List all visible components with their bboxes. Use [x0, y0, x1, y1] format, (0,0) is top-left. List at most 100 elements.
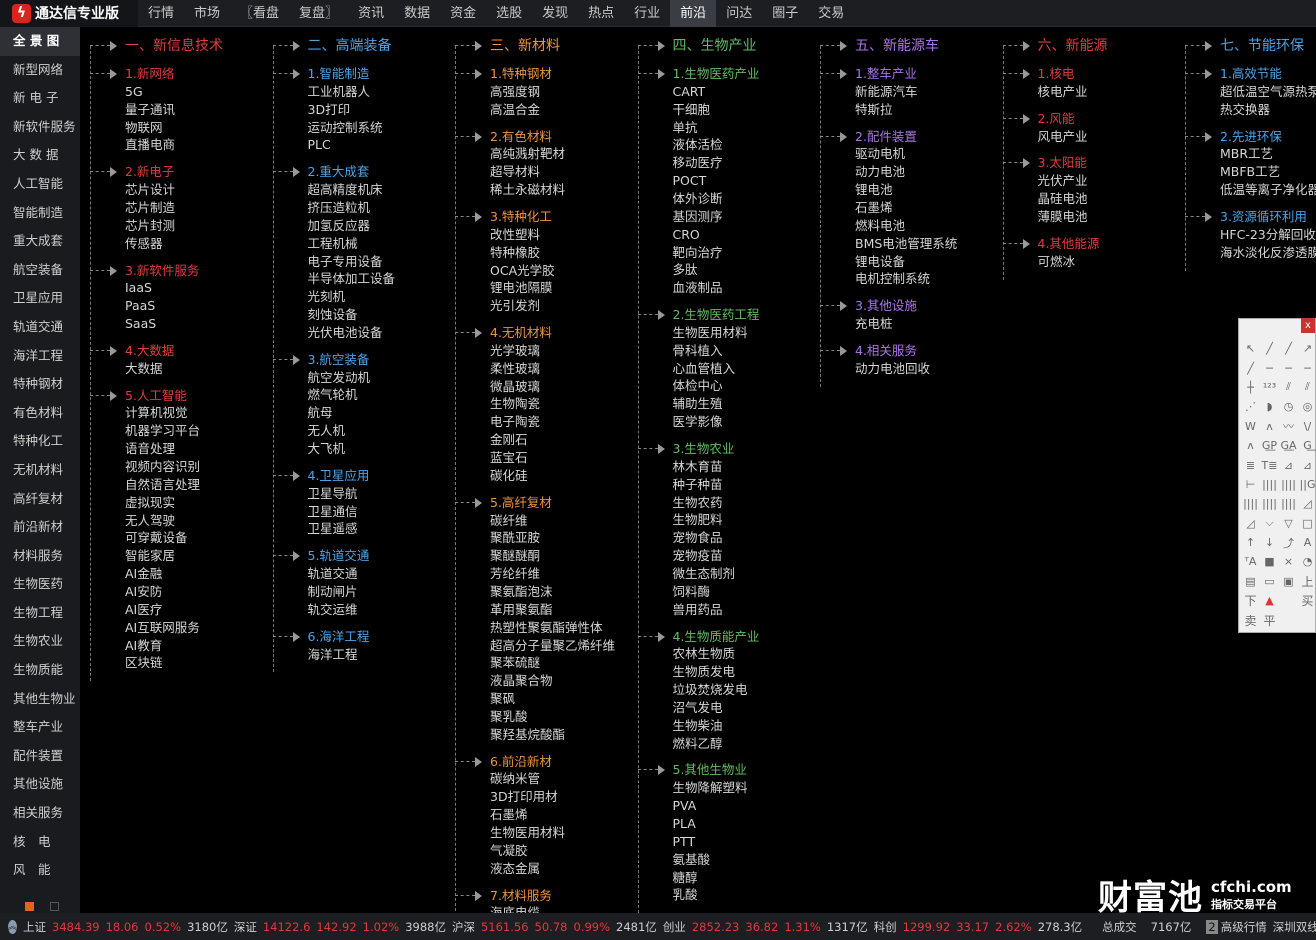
ruler-icon[interactable]: ▭ — [1260, 572, 1279, 591]
menu-item[interactable]: 前沿 — [670, 0, 717, 27]
w-pattern-icon[interactable]: W — [1241, 417, 1260, 436]
text-fib-icon[interactable]: T≣ — [1260, 455, 1279, 474]
trade-tool-3[interactable]: 卖 — [1241, 610, 1260, 629]
sidebar-item[interactable]: 生物医药 — [0, 570, 80, 599]
segment-icon[interactable]: ╱ — [1279, 339, 1298, 358]
down-angle-icon[interactable]: ⌵ — [1260, 514, 1279, 533]
bars-icon[interactable]: |||| — [1241, 494, 1260, 513]
sidebar-item[interactable]: 风 能 — [0, 856, 80, 885]
ellipse-icon[interactable]: ◎ — [1298, 397, 1316, 416]
delete-icon[interactable]: × — [1279, 552, 1298, 571]
page-indicator-active[interactable] — [25, 902, 34, 911]
menu-item[interactable]: 行情 — [138, 0, 184, 27]
screenshot-icon[interactable]: ▣ — [1279, 572, 1298, 591]
fib-time-icon[interactable]: ||G — [1298, 475, 1316, 494]
up-trend-arrow-icon[interactable]: ⤴ — [1279, 533, 1298, 552]
speed-lines-icon[interactable]: ◿ — [1241, 514, 1260, 533]
horizontal-ray-icon[interactable]: ─ — [1279, 358, 1298, 377]
sidebar-item[interactable]: 人工智能 — [0, 170, 80, 199]
sidebar-item[interactable]: 新 电 子 — [0, 84, 80, 113]
extended-line-icon[interactable]: ╱ — [1241, 358, 1260, 377]
color-tag-icon[interactable]: ▲ — [1260, 591, 1279, 610]
menu-item[interactable]: 热点 — [578, 0, 624, 27]
sidebar-item[interactable]: 高纤复材 — [0, 485, 80, 514]
menu-item[interactable]: 发现 — [532, 0, 578, 27]
price-label-icon[interactable]: ¹²³ — [1260, 378, 1279, 397]
rectangle-icon[interactable]: □ — [1298, 514, 1316, 533]
sidebar-item[interactable]: 无机材料 — [0, 456, 80, 485]
wave-icon[interactable]: ʌ — [1241, 436, 1260, 455]
fibonacci-icon[interactable]: ≣ — [1241, 455, 1260, 474]
trend-icon[interactable]: 〰 — [1279, 417, 1298, 436]
arc-icon[interactable]: ◗ — [1260, 397, 1279, 416]
sidebar-item[interactable]: 生物工程 — [0, 599, 80, 628]
cycle-icon[interactable]: |||| — [1260, 475, 1279, 494]
close-icon[interactable]: x — [1301, 318, 1315, 333]
line-icon[interactable]: ╱ — [1260, 339, 1279, 358]
hide-icon[interactable]: ◔ — [1298, 552, 1316, 571]
menu-item[interactable]: 〖看盘 — [230, 0, 289, 27]
bars2-icon[interactable]: |||| — [1260, 494, 1279, 513]
g-icon[interactable]: G͟ — [1298, 436, 1316, 455]
menu-item[interactable]: 数据 — [394, 0, 440, 27]
fill-box-icon[interactable]: ■ — [1260, 552, 1279, 571]
gann-box-icon[interactable]: ⊿ — [1298, 455, 1316, 474]
sidebar-item[interactable]: 新型网络 — [0, 56, 80, 85]
sidebar-item[interactable]: 特种钢材 — [0, 370, 80, 399]
time-zones-icon[interactable]: |||| — [1279, 475, 1298, 494]
menu-item[interactable]: 选股 — [486, 0, 532, 27]
sidebar-item[interactable]: 全 景 图 — [0, 27, 80, 56]
vertical-line-icon[interactable]: ┼ — [1241, 378, 1260, 397]
menu-item[interactable]: 圈子 — [762, 0, 808, 27]
sidebar-item[interactable]: 核 电 — [0, 828, 80, 857]
text-icon[interactable]: A — [1298, 533, 1316, 552]
parallel-channel-icon[interactable]: ⫽ — [1279, 378, 1298, 397]
sidebar-item[interactable]: 整车产业 — [0, 713, 80, 742]
peak-icon[interactable]: ᴧ — [1260, 417, 1279, 436]
ray-icon[interactable]: ↗ — [1298, 339, 1316, 358]
sidebar-item[interactable]: 配件装置 — [0, 742, 80, 771]
trade-tool-2[interactable]: 买 — [1298, 591, 1316, 610]
circle-icon[interactable]: ◷ — [1279, 397, 1298, 416]
trade-tool-0[interactable]: 上 — [1298, 572, 1316, 591]
sidebar-item[interactable]: 航空装备 — [0, 256, 80, 285]
sidebar-item[interactable]: 卫星应用 — [0, 284, 80, 313]
feed-label[interactable]: 高级行情 — [1221, 919, 1267, 935]
up-arrow-icon[interactable]: ↑ — [1241, 533, 1260, 552]
sidebar-item[interactable]: 其他设施 — [0, 770, 80, 799]
sidebar-item[interactable]: 智能制造 — [0, 199, 80, 228]
sidebar-item[interactable]: 材料服务 — [0, 542, 80, 571]
sidebar-item[interactable]: 重大成套 — [0, 227, 80, 256]
page-indicator[interactable] — [50, 902, 59, 911]
sidebar-item[interactable]: 其他生物业 — [0, 685, 80, 714]
fan-icon[interactable]: ◿ — [1298, 494, 1316, 513]
sidebar-item[interactable]: 生物农业 — [0, 627, 80, 656]
ga-icon[interactable]: G͟A — [1279, 436, 1298, 455]
zigzag-icon[interactable]: \/ — [1298, 417, 1316, 436]
note-icon[interactable]: ▤ — [1241, 572, 1260, 591]
trade-tool-4[interactable]: 平 — [1260, 610, 1279, 629]
gp-icon[interactable]: G͟P — [1260, 436, 1279, 455]
sidebar-item[interactable]: 新软件服务 — [0, 113, 80, 142]
bars3-icon[interactable]: |||| — [1279, 494, 1298, 513]
menu-item[interactable]: 资金 — [440, 0, 486, 27]
sidebar-item[interactable]: 特种化工 — [0, 427, 80, 456]
sidebar-item[interactable]: 相关服务 — [0, 799, 80, 828]
gann-fan-icon[interactable]: ⊿ — [1279, 455, 1298, 474]
menu-item[interactable]: 市场 — [184, 0, 230, 27]
menu-item[interactable]: 行业 — [624, 0, 670, 27]
horizontal-segment-icon[interactable]: ─ — [1260, 358, 1279, 377]
sidebar-item[interactable]: 有色材料 — [0, 399, 80, 428]
text-size-icon[interactable]: ᵀA — [1241, 552, 1260, 571]
horizontal-line-icon[interactable]: ─ — [1298, 358, 1316, 377]
span-icon[interactable]: ⊢ — [1241, 475, 1260, 494]
parallel-lines-icon[interactable]: ⫽ — [1298, 378, 1316, 397]
sidebar-item[interactable]: 生物质能 — [0, 656, 80, 685]
dashed-line-icon[interactable]: ⋰ — [1241, 397, 1260, 416]
trade-tool-1[interactable]: 下 — [1241, 591, 1260, 610]
down-arrow-icon[interactable]: ↓ — [1260, 533, 1279, 552]
pointer-icon[interactable]: ↖ — [1241, 339, 1260, 358]
server-label[interactable]: 深圳双线1 — [1273, 919, 1316, 935]
menu-item[interactable]: 问达 — [716, 0, 762, 27]
menu-item[interactable]: 交易 — [808, 0, 854, 27]
